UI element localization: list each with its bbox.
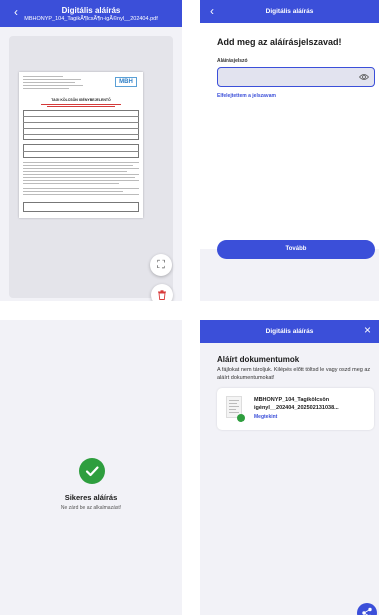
success-screen: Sikeres aláírás Ne zárd be az alkalmazás…	[0, 320, 182, 615]
fullscreen-button[interactable]: ⛶	[150, 254, 172, 276]
document-card[interactable]: MBHONYP_104_Tagikölcsön igényl__202404_2…	[217, 388, 374, 430]
success-subtitle: Ne zárd be az alkalmazást!	[60, 505, 122, 511]
success-title: Sikeres aláírás	[64, 493, 118, 502]
document-title: TAGI KÖLCSÖN IGÉNYBEJELENTŐ	[51, 98, 111, 102]
check-icon	[237, 414, 245, 426]
share-button[interactable]	[357, 603, 377, 615]
header-title: Digitális aláírás	[265, 328, 314, 335]
page-title: Aláírt dokumentumok	[217, 355, 300, 364]
signed-documents-screen: Digitális aláírás × Aláírt dokumentumok …	[200, 320, 379, 615]
fullscreen-icon: ⛶	[157, 259, 165, 271]
password-form: Add meg az aláírásjelszavad! Aláírásjels…	[200, 23, 379, 259]
page-title: Add meg az aláírásjelszavad!	[217, 37, 342, 47]
open-document-link[interactable]: Megtekint	[254, 414, 277, 420]
check-icon	[85, 466, 99, 477]
mbh-logo: MBH	[115, 77, 137, 87]
next-button[interactable]: Tovább	[217, 240, 375, 259]
close-icon[interactable]: ×	[364, 324, 371, 336]
header-title: Digitális aláírás	[265, 8, 314, 15]
password-input[interactable]	[218, 71, 348, 89]
password-field-wrapper	[217, 67, 375, 89]
trash-icon	[158, 290, 166, 300]
forgot-password-link[interactable]: Elfelejtettem a jelszavam	[217, 93, 276, 99]
success-badge	[79, 458, 105, 484]
app-header: ‹ Digitális aláírás MBHONYP_104_TagikÃ¶l…	[0, 0, 182, 27]
delete-button[interactable]	[151, 284, 173, 301]
share-icon	[362, 607, 372, 615]
password-label: Aláírásjelszó	[217, 58, 248, 64]
app-header: ‹ Digitális aláírás	[200, 0, 379, 23]
header-title: Digitális aláírás	[61, 6, 121, 15]
document-preview-screen: ‹ Digitális aláírás MBHONYP_104_TagikÃ¶l…	[0, 0, 182, 301]
password-screen: ‹ Digitális aláírás Add meg az aláírásje…	[200, 0, 379, 301]
app-header: Digitális aláírás ×	[200, 320, 379, 343]
header-filename: MBHONYP_104_TagikÃ¶lcsÃ¶n-igÃ©nyl__20240…	[24, 16, 158, 22]
document-name: MBHONYP_104_Tagikölcsön igényl__202404_2…	[254, 397, 339, 411]
page-description: A fájlokat nem tároljuk. Kilépés előtt t…	[217, 367, 371, 381]
document-page: MBH TAGI KÖLCSÖN IGÉNYBEJELENTŐ	[19, 72, 143, 218]
eye-icon[interactable]	[359, 73, 369, 81]
